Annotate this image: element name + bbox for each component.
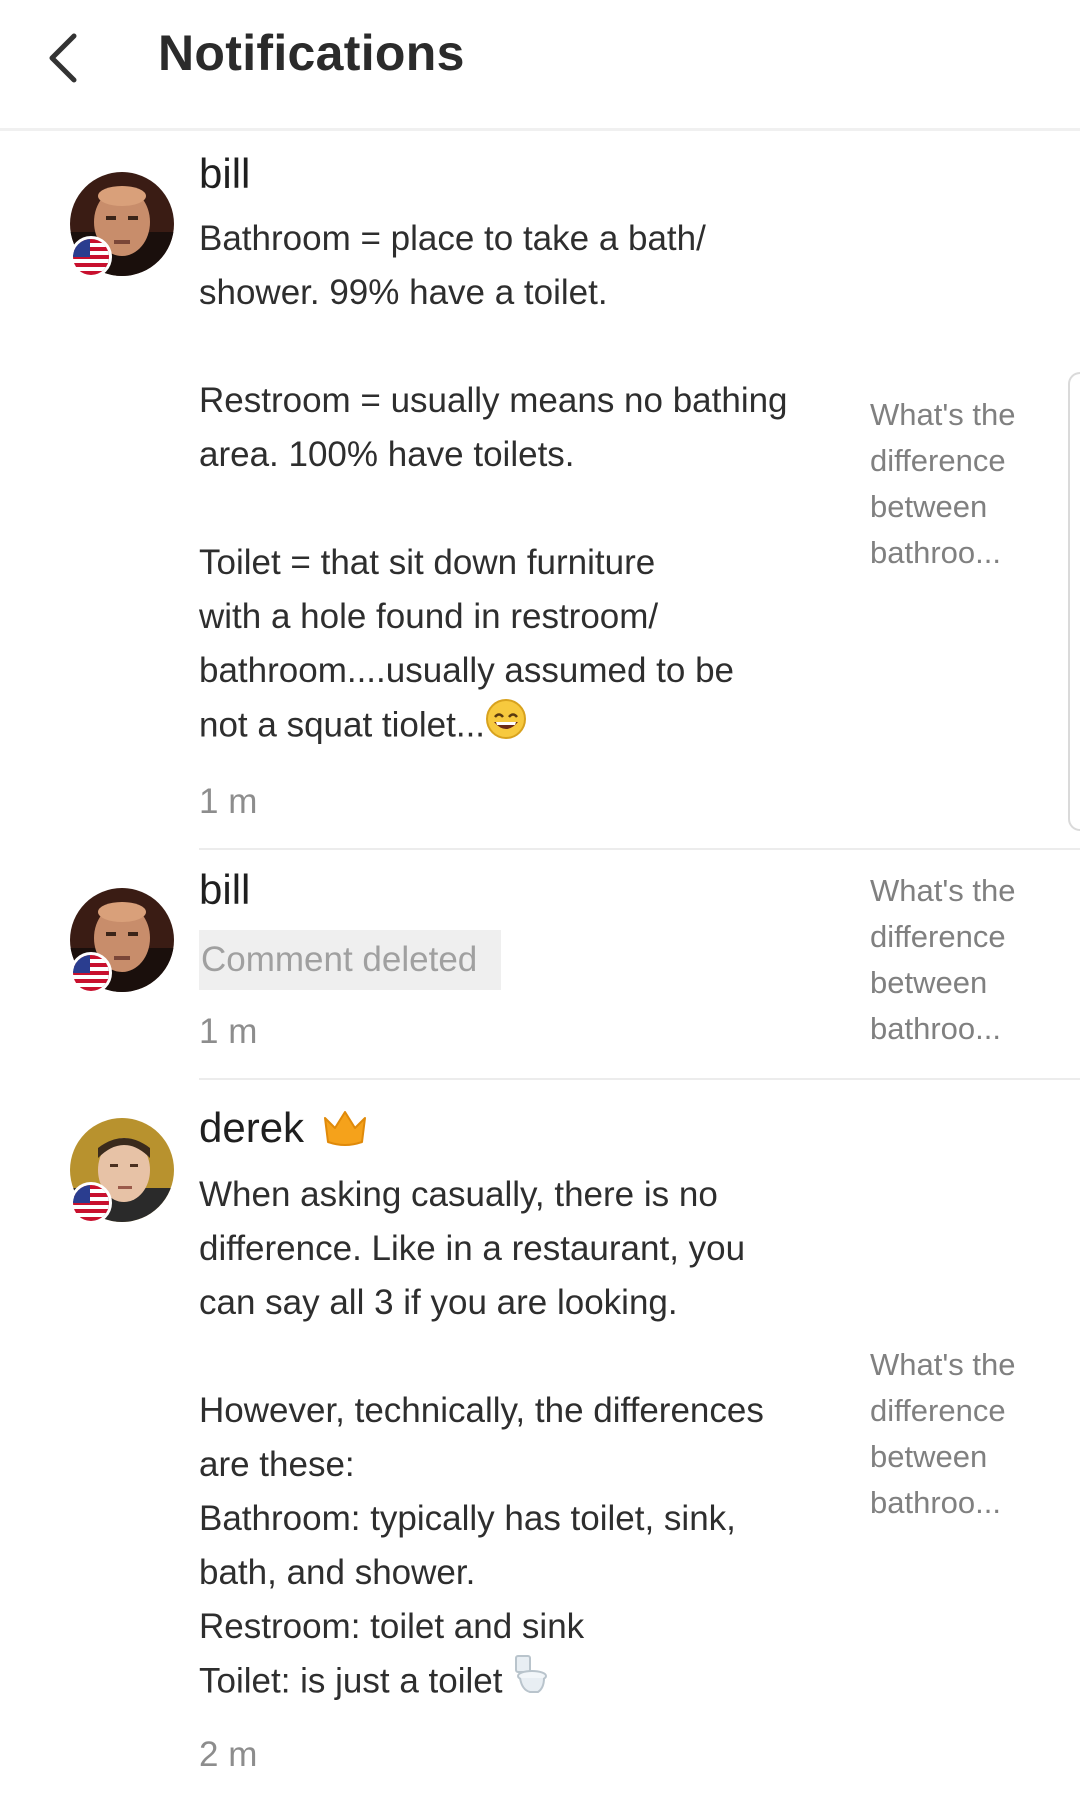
divider xyxy=(199,1078,1080,1080)
comment-text-content: When asking casually, there is no differ… xyxy=(199,1175,764,1701)
deleted-comment-label: Comment deleted xyxy=(199,930,501,990)
comment-text: When asking casually, there is no differ… xyxy=(199,1168,819,1712)
page-title: Notifications xyxy=(158,25,465,81)
question-preview[interactable]: What's the difference between bathroo... xyxy=(870,1342,1045,1526)
toilet-icon xyxy=(512,1654,548,1712)
crown-icon xyxy=(324,1111,366,1146)
us-flag-icon xyxy=(70,952,112,994)
timestamp: 1 m xyxy=(199,782,258,821)
username[interactable]: derek xyxy=(199,1104,304,1152)
question-preview[interactable]: What's the difference between bathroo... xyxy=(870,392,1045,576)
us-flag-icon xyxy=(70,236,112,278)
comment-text-content: Bathroom = place to take a bath/ shower.… xyxy=(199,219,788,745)
timestamp: 1 m xyxy=(199,1012,258,1051)
username[interactable]: bill xyxy=(199,866,250,914)
timestamp: 2 m xyxy=(199,1735,258,1774)
side-panel-edge xyxy=(1068,372,1080,831)
us-flag-icon xyxy=(70,1182,112,1224)
divider xyxy=(199,848,1080,850)
question-preview[interactable]: What's the difference between bathroo... xyxy=(870,868,1045,1052)
comment-text: Bathroom = place to take a bath/ shower.… xyxy=(199,212,819,756)
back-arrow-icon[interactable] xyxy=(42,28,82,88)
grinning-face-icon xyxy=(485,698,527,756)
top-bar: Notifications xyxy=(0,0,1080,131)
username[interactable]: bill xyxy=(199,150,250,198)
